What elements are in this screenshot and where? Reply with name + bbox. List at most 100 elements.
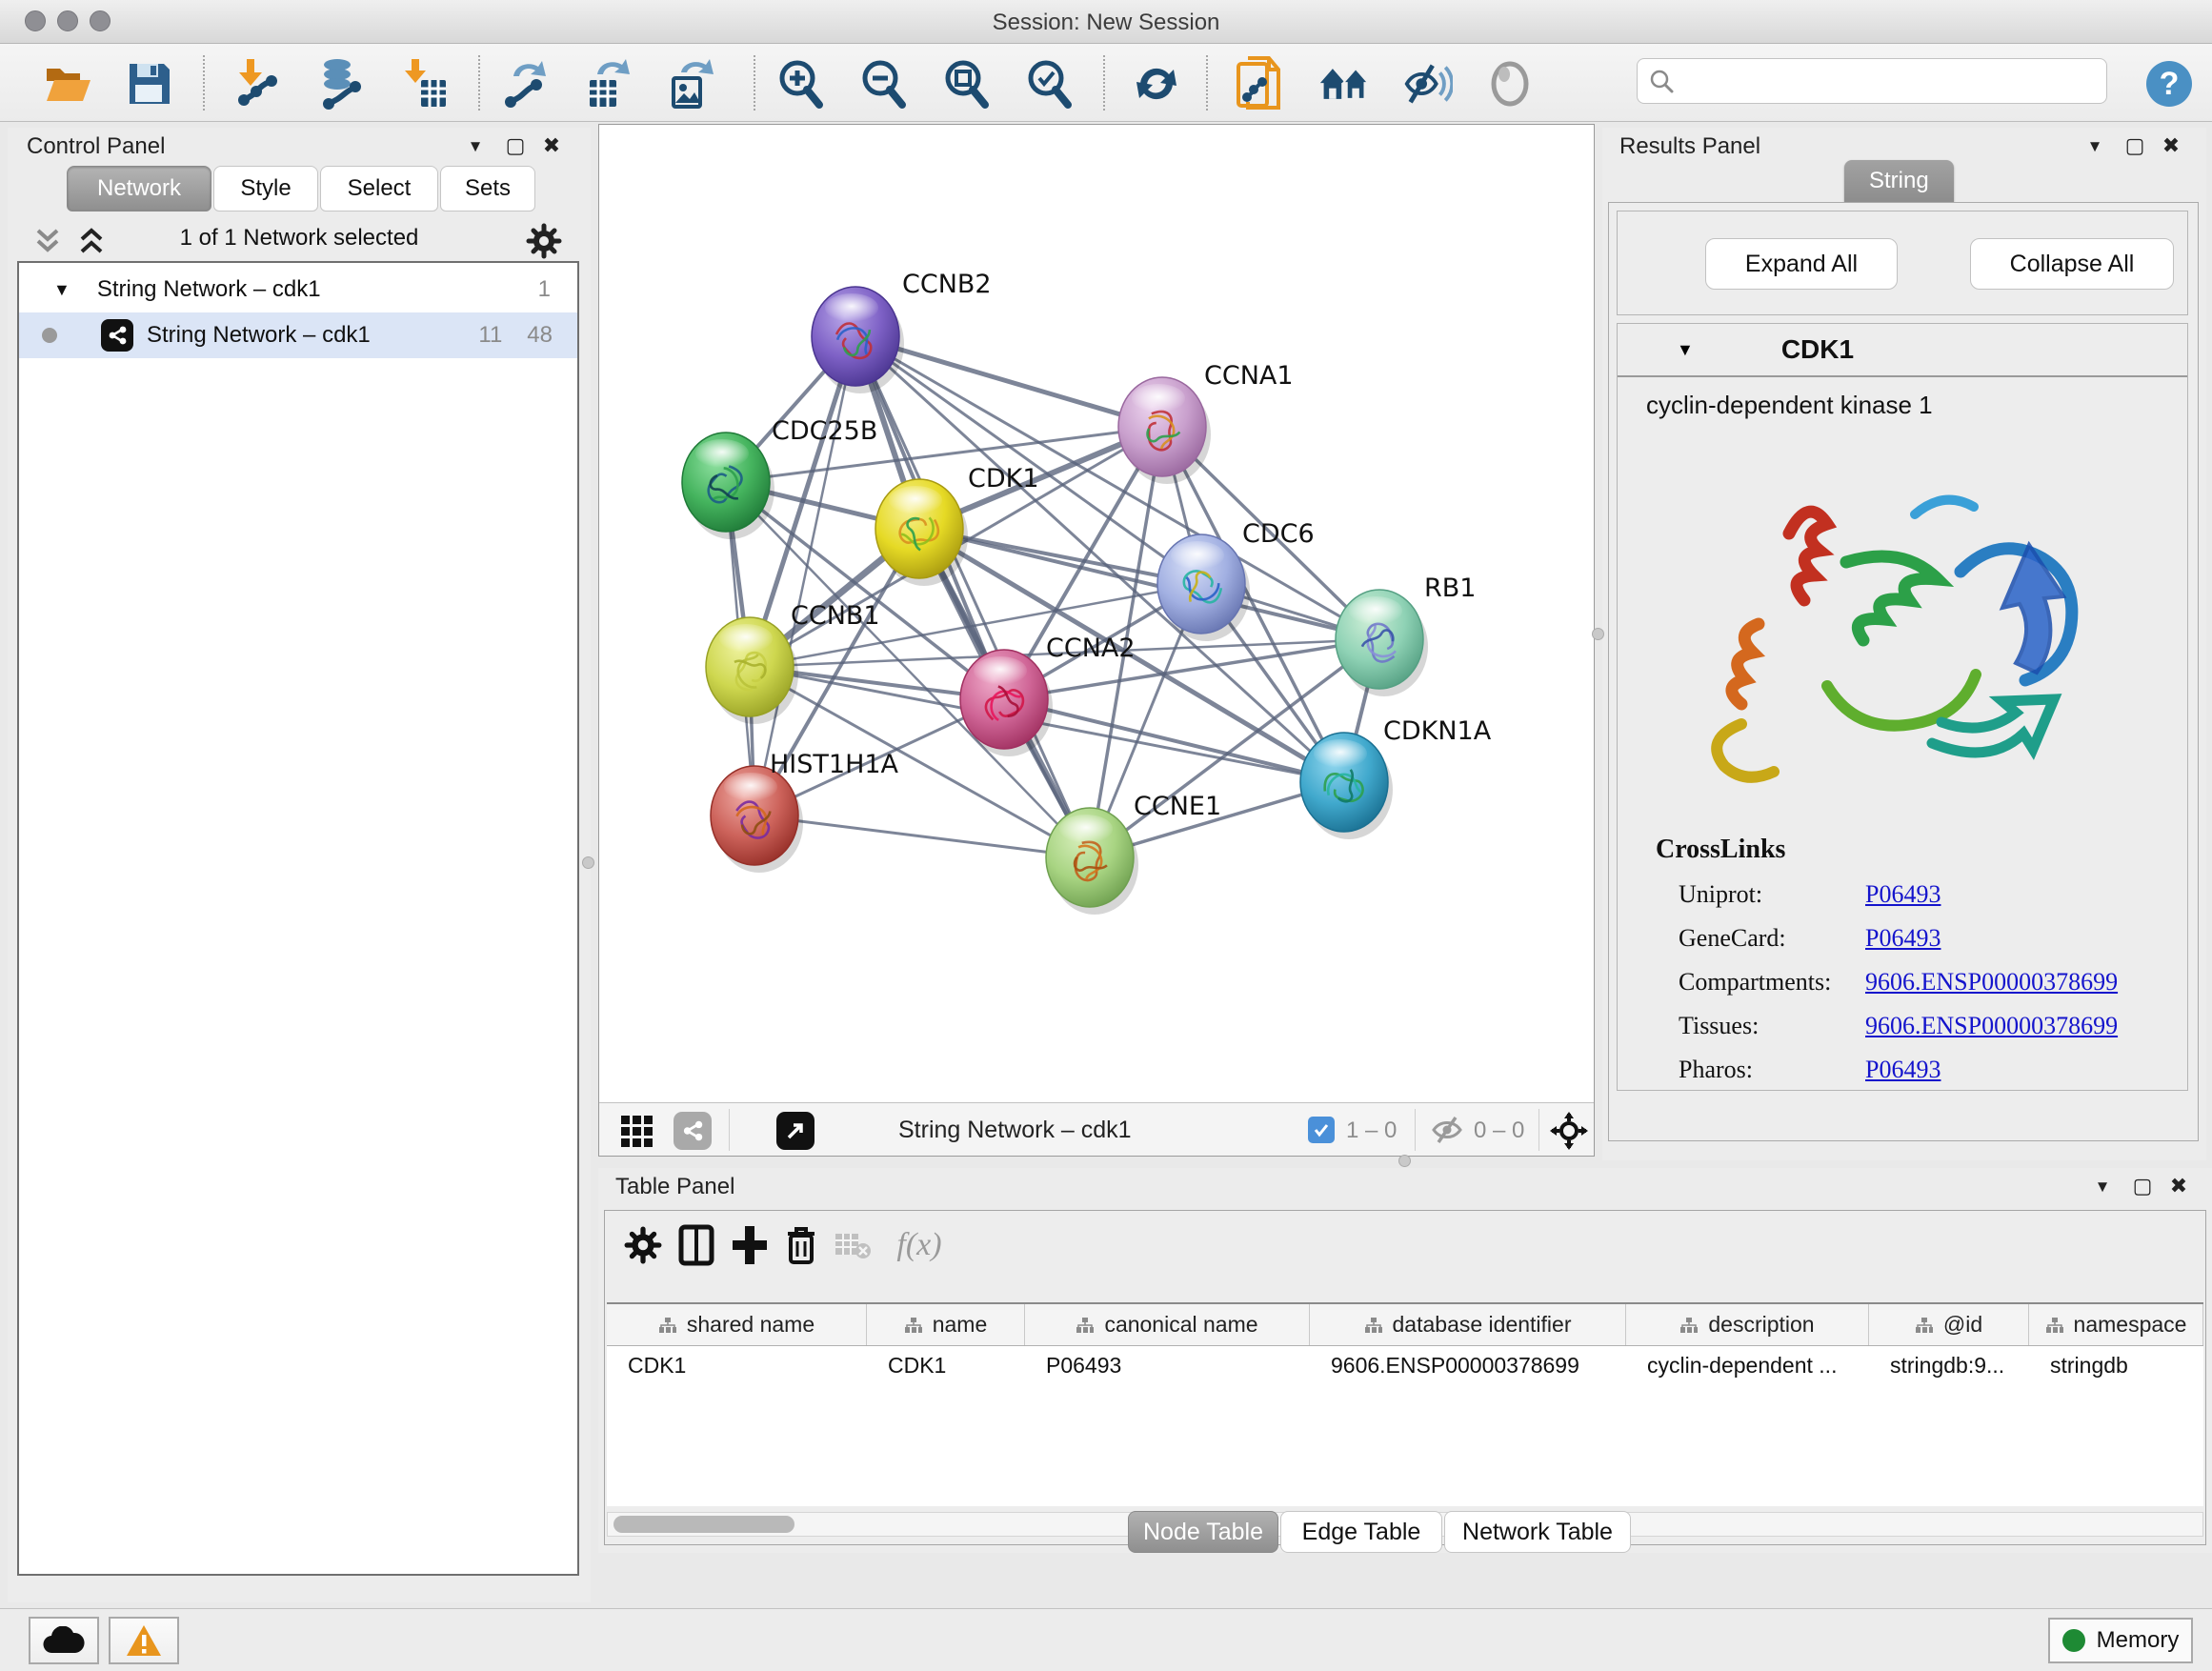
grid-view-icon[interactable] — [620, 1115, 654, 1147]
expand-all-button[interactable]: Expand All — [1705, 238, 1898, 290]
birdseye-crosshair-icon[interactable] — [1550, 1112, 1588, 1150]
export-network-icon[interactable] — [500, 58, 552, 110]
zoom-in-icon[interactable] — [774, 58, 826, 110]
show-details-icon[interactable] — [1484, 58, 1536, 110]
crosslink-pharos[interactable]: P06493 — [1865, 1056, 1941, 1083]
network-collection-row[interactable]: ▼ String Network – cdk1 1 — [19, 267, 577, 312]
table-cell: P06493 — [1025, 1346, 1310, 1384]
memory-button[interactable]: Memory — [2048, 1618, 2193, 1663]
network-node-hist1h1a[interactable]: HIST1H1A — [711, 750, 899, 873]
hidden-eye-icon[interactable] — [1430, 1116, 1464, 1144]
refresh-icon[interactable] — [1131, 58, 1182, 110]
network-node-cdkn1a[interactable]: CDKN1A — [1300, 716, 1492, 839]
add-column-icon[interactable] — [727, 1222, 773, 1268]
network-status-dot — [42, 328, 57, 343]
crosslink-uniprot[interactable]: P06493 — [1865, 880, 1941, 908]
control-panel-float-icon[interactable]: ▼ — [461, 132, 490, 161]
function-builder-icon[interactable]: f(x) — [883, 1222, 955, 1268]
results-panel-float-icon[interactable]: ▼ — [2081, 132, 2109, 161]
node-table[interactable]: shared namenamecanonical namedatabase id… — [607, 1302, 2203, 1506]
network-options-gear-icon[interactable] — [526, 223, 562, 259]
right-splitter-handle[interactable] — [1592, 628, 1604, 640]
column-header-canonical-name[interactable]: canonical name — [1025, 1304, 1310, 1345]
network-node-rb1[interactable]: RB1 — [1336, 574, 1476, 696]
control-panel: Control Panel ▼ ▢ ✖ Network Style Select… — [8, 128, 591, 1602]
selected-checkbox-icon[interactable] — [1308, 1117, 1335, 1143]
scrollbar-thumb[interactable] — [613, 1516, 794, 1533]
table-panel-close-icon[interactable]: ✖ — [2164, 1172, 2193, 1200]
tab-edge-table[interactable]: Edge Table — [1280, 1511, 1442, 1553]
node-label-ccne1: CCNE1 — [1134, 792, 1221, 821]
tab-string[interactable]: String — [1844, 160, 1954, 202]
selection-summary: 1 of 1 Network selected — [122, 225, 476, 252]
network-node-ccna1[interactable]: CCNA1 — [1118, 361, 1294, 484]
crosslink-row: Compartments:9606.ENSP00000378699 — [1679, 968, 2118, 1012]
network-node-cdc25b[interactable]: CDC25B — [682, 416, 877, 539]
collapse-all-button[interactable]: Collapse All — [1970, 238, 2174, 290]
houses-icon[interactable] — [1318, 58, 1370, 110]
warning-status-button[interactable] — [109, 1617, 179, 1664]
network-node-cdk1[interactable]: CDK1 — [875, 464, 1039, 586]
network-graph[interactable]: CCNB2CCNA1CDC25BCDK1CDC6RB1CCNB1CCNA2CDK… — [599, 125, 1594, 1102]
column-header-namespace[interactable]: namespace — [2029, 1304, 2203, 1345]
delete-column-trash-icon[interactable] — [778, 1222, 824, 1268]
protein-structure-image — [1646, 457, 2161, 829]
export-image-icon[interactable] — [664, 58, 715, 110]
horizontal-splitter-handle[interactable] — [1398, 1155, 1411, 1167]
help-icon[interactable]: ? — [2143, 58, 2195, 110]
column-header-name[interactable]: name — [867, 1304, 1025, 1345]
zoom-fit-icon[interactable] — [940, 58, 992, 110]
column-header--id[interactable]: @id — [1869, 1304, 2029, 1345]
control-panel-close-icon[interactable]: ✖ — [537, 131, 566, 160]
gene-section-header[interactable]: ▼ CDK1 — [1618, 324, 2187, 377]
import-network-file-icon[interactable] — [231, 58, 283, 110]
table-cell: CDK1 — [607, 1346, 867, 1384]
crosslink-compartments[interactable]: 9606.ENSP00000378699 — [1865, 968, 2118, 996]
cloud-status-button[interactable] — [29, 1617, 99, 1664]
show-columns-icon[interactable] — [674, 1222, 719, 1268]
save-session-icon[interactable] — [124, 58, 175, 110]
table-options-gear-icon[interactable] — [620, 1222, 666, 1268]
collection-expand-arrow-icon[interactable]: ▼ — [53, 280, 70, 300]
column-header-shared-name[interactable]: shared name — [607, 1304, 867, 1345]
control-panel-maximize-icon[interactable]: ▢ — [501, 131, 530, 160]
column-header-description[interactable]: description — [1626, 1304, 1869, 1345]
table-panel-maximize-icon[interactable]: ▢ — [2128, 1172, 2157, 1200]
status-bar: Memory — [0, 1608, 2212, 1671]
column-header-database-identifier[interactable]: database identifier — [1310, 1304, 1626, 1345]
section-collapse-arrow-icon[interactable]: ▼ — [1677, 340, 1694, 360]
network-share-view-icon[interactable] — [674, 1112, 712, 1150]
import-network-database-icon[interactable] — [314, 58, 366, 110]
open-in-new-window-icon[interactable] — [776, 1112, 814, 1150]
tab-style[interactable]: Style — [213, 166, 318, 211]
search-input[interactable] — [1637, 58, 2107, 104]
tab-select[interactable]: Select — [320, 166, 438, 211]
open-session-icon[interactable] — [42, 58, 93, 110]
tab-sets[interactable]: Sets — [440, 166, 535, 211]
tab-node-table[interactable]: Node Table — [1128, 1511, 1278, 1553]
node-label-ccnb1: CCNB1 — [791, 601, 880, 631]
network-row[interactable]: String Network – cdk1 11 48 — [19, 312, 577, 358]
collapse-all-icon[interactable] — [32, 227, 65, 255]
network-node-cdc6[interactable]: CDC6 — [1157, 519, 1315, 641]
delete-table-icon[interactable] — [830, 1222, 875, 1268]
zoom-out-icon[interactable] — [857, 58, 909, 110]
results-panel-maximize-icon[interactable]: ▢ — [2121, 131, 2149, 160]
table-panel-float-icon[interactable]: ▼ — [2088, 1173, 2117, 1201]
export-table-icon[interactable] — [582, 58, 633, 110]
tab-network-table[interactable]: Network Table — [1444, 1511, 1631, 1553]
table-row[interactable]: CDK1CDK1P064939606.ENSP00000378699cyclin… — [607, 1346, 2203, 1384]
import-table-icon[interactable] — [398, 58, 450, 110]
network-node-ccne1[interactable]: CCNE1 — [1046, 792, 1221, 915]
left-splitter-handle[interactable] — [582, 856, 594, 869]
network-node-ccnb2[interactable]: CCNB2 — [812, 270, 992, 393]
string-document-icon[interactable] — [1235, 58, 1286, 110]
crosslink-tissues[interactable]: 9606.ENSP00000378699 — [1865, 1012, 2118, 1039]
crosslink-genecard[interactable]: P06493 — [1865, 924, 1941, 952]
hide-details-icon[interactable] — [1401, 58, 1453, 110]
results-panel-close-icon[interactable]: ✖ — [2157, 131, 2185, 160]
svg-text:?: ? — [2160, 66, 2180, 102]
tab-network[interactable]: Network — [67, 166, 211, 211]
expand-all-icon[interactable] — [76, 227, 109, 255]
zoom-selected-icon[interactable] — [1023, 58, 1075, 110]
